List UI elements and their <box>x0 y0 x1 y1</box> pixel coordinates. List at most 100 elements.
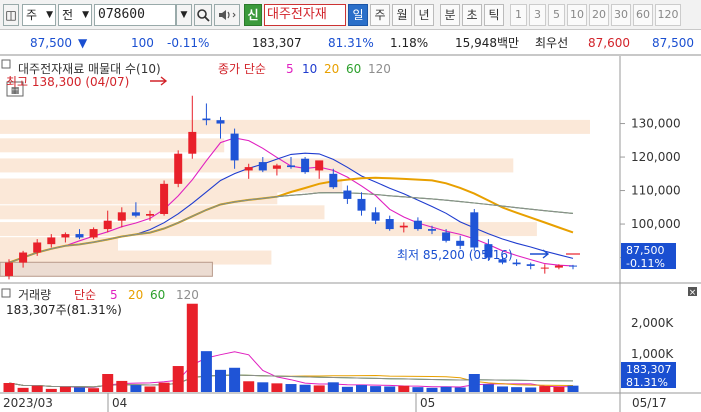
period-weekly[interactable]: 주 <box>370 4 390 26</box>
x-label-start: 2023/03 <box>3 396 53 410</box>
volume-bar <box>215 369 226 392</box>
volume-bar <box>158 382 170 392</box>
interval-3[interactable]: 3 <box>529 4 546 26</box>
best-ask-price: 87,600 <box>588 36 630 50</box>
high-price-label: 최고 138,300 (04/07) <box>6 75 129 89</box>
candle-body <box>385 219 394 230</box>
volume-ma-5-label: 5 <box>110 288 118 302</box>
candle-body <box>442 232 451 241</box>
volume-bar <box>553 386 565 392</box>
volume-value: 183,307 <box>252 36 302 50</box>
period-second[interactable]: 초 <box>462 4 482 26</box>
ma-label: 종가 단순 <box>218 62 266 76</box>
candle-body <box>413 220 422 230</box>
price-y-tick-label: 100,000 <box>631 217 681 231</box>
search-icon[interactable] <box>194 4 212 26</box>
volume-bar <box>74 387 85 392</box>
speaker-icon[interactable] <box>214 4 240 26</box>
stock-chart[interactable]: 대주전자재료 매물대 수(10) 종가 단순 5 10 20 60 120 ▦ … <box>0 56 701 412</box>
interval-10[interactable]: 10 <box>567 4 587 26</box>
volume-bar <box>172 366 184 392</box>
candle-body <box>554 265 563 268</box>
candle-body <box>89 229 98 238</box>
volume-bar <box>370 386 382 392</box>
candle-body <box>258 162 267 171</box>
volume-bar <box>567 385 579 392</box>
x-label-apr: 04 <box>112 396 127 410</box>
candle-body <box>343 190 352 199</box>
volume-bar <box>271 383 283 392</box>
volume-ma-label: 단순 <box>74 288 96 302</box>
volume-profile-bar <box>0 119 590 134</box>
candle-body <box>33 242 42 253</box>
volume-bar <box>539 386 551 392</box>
volume-legend-toggle-icon[interactable] <box>1 288 11 298</box>
best-ask-label: 최우선 <box>535 36 569 50</box>
interval-30[interactable]: 30 <box>611 4 631 26</box>
candle-body <box>146 214 154 216</box>
volume-bar <box>102 374 114 392</box>
period-minute[interactable]: 분 <box>440 4 460 26</box>
volume-bar <box>200 351 212 392</box>
volume-bar <box>482 384 494 392</box>
period-tick[interactable]: 틱 <box>484 4 504 26</box>
best-bid-price: 87,500 <box>652 36 694 50</box>
volume-moving-averages <box>8 351 574 388</box>
candle-body <box>61 234 70 238</box>
volume-bar <box>497 386 508 392</box>
type-label: 전 <box>62 8 74 22</box>
market-select[interactable]: 주 ▼ <box>22 4 56 26</box>
candle-body <box>117 212 126 221</box>
ma-120-label: 120 <box>368 62 391 76</box>
volume-panel-title: 거래량 <box>18 288 51 302</box>
interval-1[interactable]: 1 <box>510 4 527 26</box>
toolbar: ◫ 주 ▼ 전 ▼ 078600 ▼ 신 대주전자재 일 주 월 년 분 초 틱… <box>0 0 701 30</box>
volume-bar <box>130 385 142 392</box>
market-label: 주 <box>26 8 38 22</box>
stock-name-field[interactable]: 대주전자재 <box>264 4 346 26</box>
price-y-ticks: 130,000120,000110,000100,00090,000 <box>620 117 681 265</box>
type-select[interactable]: 전 ▼ <box>58 4 92 26</box>
volume-bar <box>116 380 128 392</box>
x-label-last-date: 05/17 <box>632 396 667 410</box>
volume-profile-bar <box>0 237 118 252</box>
down-arrow-icon: ▼ <box>78 36 88 50</box>
volume-bar <box>356 385 367 392</box>
interval-120[interactable]: 120 <box>655 4 681 26</box>
volume-bar <box>384 386 396 392</box>
candle-body <box>301 158 310 173</box>
volume-bar <box>398 385 410 392</box>
volume-y-tick-2000k: 2,000K <box>631 316 674 330</box>
interval-60[interactable]: 60 <box>633 4 653 26</box>
price-legend-title: 대주전자재료 매물대 수(10) <box>18 62 161 76</box>
ma-20-label: 20 <box>324 62 339 76</box>
current-price: 87,500 <box>30 36 72 50</box>
volume-ma-60-label: 60 <box>150 288 165 302</box>
volume-bar <box>17 387 29 392</box>
window-menu-icon[interactable]: ◫ <box>3 4 19 26</box>
volume-ma-20-label: 20 <box>128 288 143 302</box>
volume-info: 183,307주(81.31%) <box>6 303 122 317</box>
last-volume-tag-value: 183,307 <box>626 363 672 376</box>
x-label-may: 05 <box>420 396 435 410</box>
volume-bar <box>257 382 269 392</box>
volume-profile-bar <box>0 261 213 277</box>
candle-body <box>315 160 324 171</box>
candle-body <box>131 212 140 216</box>
period-yearly[interactable]: 년 <box>414 4 434 26</box>
period-daily[interactable]: 일 <box>348 4 368 26</box>
stock-code-input[interactable]: 078600 <box>94 4 176 26</box>
candle-body <box>202 118 211 121</box>
low-price-label: 최저 85,200 (05/16) <box>397 248 513 262</box>
period-monthly[interactable]: 월 <box>392 4 412 26</box>
code-dropdown-icon[interactable]: ▼ <box>176 4 192 26</box>
candle-body <box>103 220 112 230</box>
volume-bar <box>31 385 43 392</box>
interval-5[interactable]: 5 <box>548 4 565 26</box>
candle-body <box>47 237 56 245</box>
close-icon: × <box>689 288 697 298</box>
volume-ma-120-label: 120 <box>176 288 199 302</box>
interval-20[interactable]: 20 <box>589 4 609 26</box>
candle-body <box>456 240 465 246</box>
volume-bar <box>299 384 311 392</box>
